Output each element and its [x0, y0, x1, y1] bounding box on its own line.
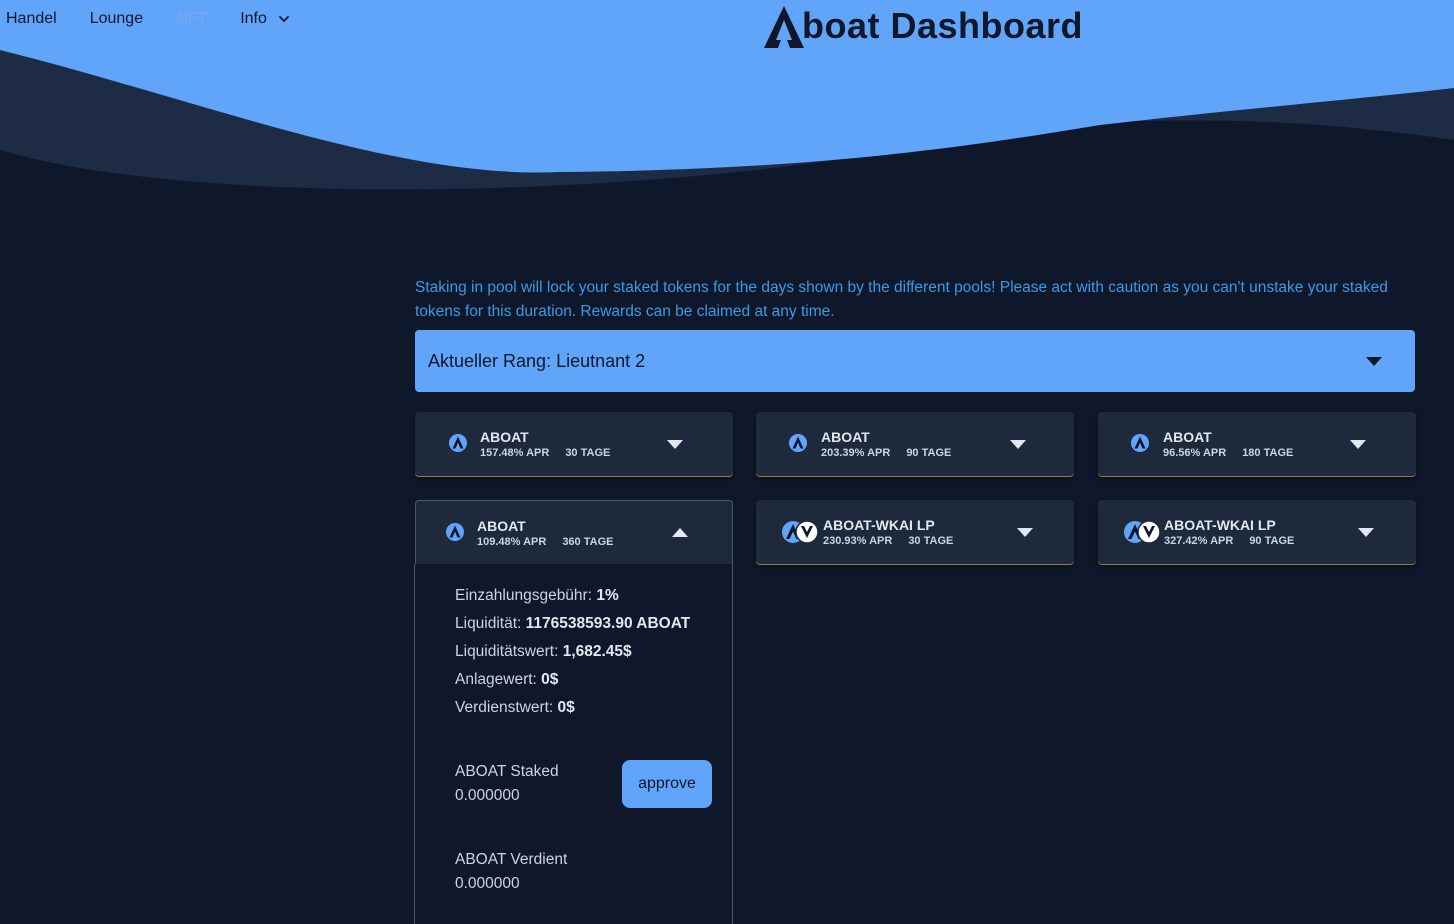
pool-details-aboat-360: Einzahlungsgebühr: 1% Liquidität: 117653… — [414, 564, 733, 924]
app-logo: boat Dashboard — [764, 0, 1083, 48]
caret-down-icon — [1010, 440, 1026, 449]
rank-dropdown[interactable]: Aktueller Rang: Lieutnant 2 — [415, 330, 1415, 392]
pool-name: ABOAT — [477, 518, 526, 534]
pool-name: ABOAT — [480, 429, 529, 445]
pool-duration: 30 TAGE — [908, 535, 954, 547]
caret-down-icon — [1350, 440, 1366, 449]
pool-card-aboat-wkai-lp-30[interactable]: ABOAT-WKAI LP 230.93% APR 30 TAGE — [756, 500, 1074, 564]
liquidity-value: 1176538593.90 ABOAT — [525, 615, 691, 632]
nav-item-info-label: Info — [240, 10, 267, 27]
pool-duration: 90 TAGE — [1249, 535, 1295, 547]
caret-up-icon — [672, 528, 688, 537]
rank-label: Aktueller Rang: Lieutnant 2 — [428, 350, 646, 371]
aboat-wkai-lp-icon — [1124, 520, 1161, 544]
pool-name: ABOAT-WKAI LP — [1164, 517, 1276, 533]
caret-down-icon — [1366, 356, 1382, 366]
approve-button[interactable]: approve — [622, 760, 712, 808]
header-wave-background — [0, 0, 1454, 200]
pool-duration: 180 TAGE — [1242, 447, 1294, 459]
pool-card-aboat-wkai-lp-90[interactable]: ABOAT-WKAI LP 327.42% APR 90 TAGE — [1098, 500, 1416, 564]
pool-apr: 203.39% APR — [821, 447, 891, 459]
investment-value: Anlagewert: 0$ — [455, 671, 558, 689]
liquidity-label: Liquidität: — [455, 615, 522, 632]
earned-value: 0.000000 — [455, 875, 520, 892]
pool-card-aboat-30[interactable]: ABOAT 157.48% APR 30 TAGE — [415, 412, 733, 476]
pool-apr: 96.56% APR — [1163, 447, 1227, 459]
pool-duration: 360 TAGE — [562, 536, 614, 548]
pool-apr: 157.48% APR — [480, 447, 550, 459]
top-nav: Handel Lounge NFT Info — [6, 10, 324, 28]
earnings-value-label: Verdienstwert: — [455, 699, 554, 716]
nav-item-lounge[interactable]: Lounge — [90, 10, 143, 28]
deposit-fee: Einzahlungsgebühr: 1% — [455, 587, 619, 605]
staking-lock-notice: Staking in pool will lock your staked to… — [415, 279, 1388, 320]
pool-apr: 109.48% APR — [477, 536, 547, 548]
deposit-fee-value: 1% — [596, 587, 619, 604]
liquidity-worth-value: 1,682.45$ — [562, 643, 632, 660]
aboat-wkai-lp-icon — [782, 520, 819, 544]
earned-label: ABOAT Verdient — [455, 851, 568, 868]
pool-duration: 30 TAGE — [565, 447, 611, 459]
pool-apr: 327.42% APR — [1164, 535, 1234, 547]
caret-down-icon — [1017, 528, 1033, 537]
pool-card-aboat-180[interactable]: ABOAT 96.56% APR 180 TAGE — [1098, 412, 1416, 476]
aboat-token-icon — [446, 523, 464, 541]
aboat-token-icon — [449, 434, 467, 452]
pool-name: ABOAT — [1163, 429, 1212, 445]
pool-name: ABOAT — [821, 429, 870, 445]
nav-item-handel[interactable]: Handel — [6, 10, 57, 28]
aboat-logo-icon — [764, 6, 804, 48]
earnings-value-amount: 0$ — [557, 699, 575, 716]
liquidity-worth: Liquiditätswert: 1,682.45$ — [455, 643, 632, 661]
pool-duration: 90 TAGE — [906, 447, 952, 459]
caret-down-icon — [667, 440, 683, 449]
caret-down-icon — [1358, 528, 1374, 537]
liquidity-worth-label: Liquiditätswert: — [455, 643, 559, 660]
page-title: boat Dashboard — [802, 5, 1084, 46]
aboat-token-icon — [789, 434, 807, 452]
earnings-value: Verdienstwert: 0$ — [455, 699, 575, 717]
chevron-down-icon — [278, 16, 289, 22]
pool-apr: 230.93% APR — [823, 535, 893, 547]
nav-item-nft[interactable]: NFT — [176, 10, 207, 28]
investment-value-label: Anlagewert: — [455, 671, 537, 688]
nav-item-info[interactable]: Info — [240, 10, 291, 28]
liquidity: Liquidität: 1176538593.90 ABOAT — [455, 615, 690, 633]
aboat-token-icon — [1131, 434, 1149, 452]
pool-card-aboat-90[interactable]: ABOAT 203.39% APR 90 TAGE — [756, 412, 1074, 476]
pool-name: ABOAT-WKAI LP — [823, 517, 935, 533]
deposit-fee-label: Einzahlungsgebühr: — [455, 587, 593, 604]
pool-card-aboat-360[interactable]: ABOAT 109.48% APR 360 TAGE — [415, 500, 733, 564]
staked-value: 0.000000 — [455, 787, 520, 804]
investment-value-amount: 0$ — [541, 671, 559, 688]
staked-label: ABOAT Staked — [455, 763, 559, 780]
